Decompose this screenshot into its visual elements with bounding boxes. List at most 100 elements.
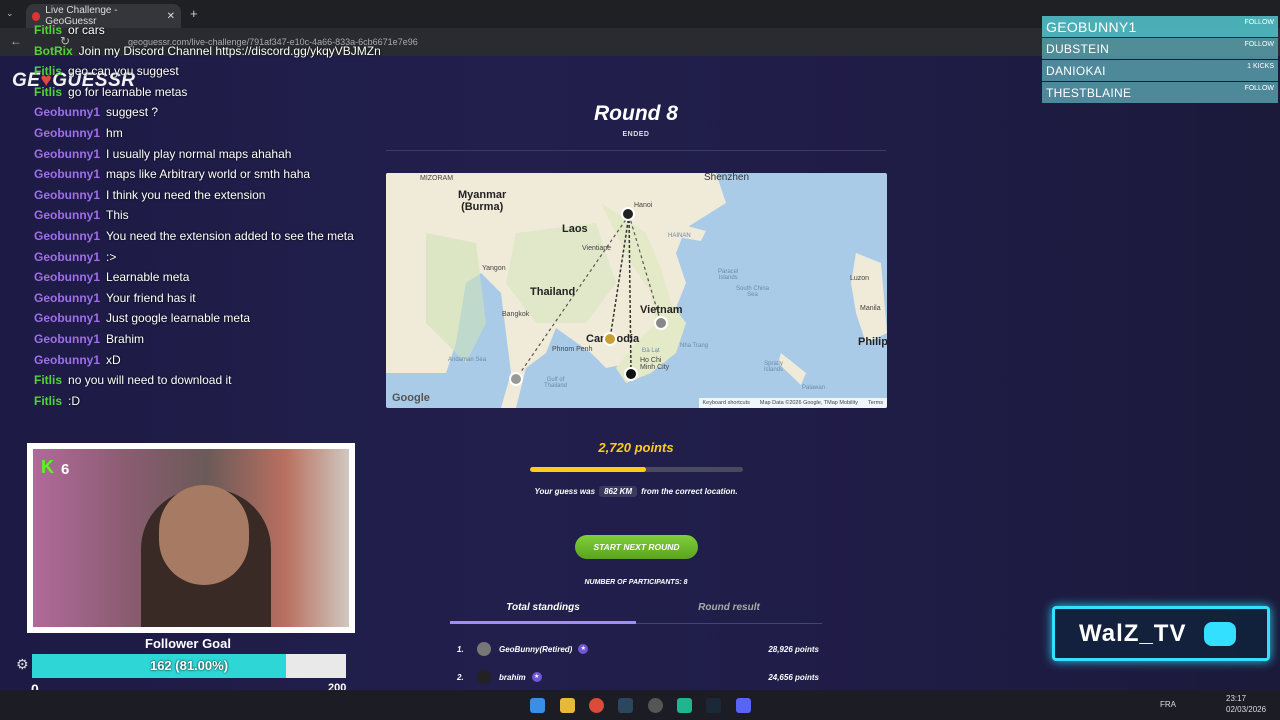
chat-text: I usually play normal maps ahahah — [106, 146, 292, 161]
pro-badge-icon: ★ — [531, 672, 542, 682]
webcam-frame: K 6 — [27, 443, 355, 633]
steam-icon[interactable] — [706, 698, 721, 713]
chat-username: Geobunny1 — [34, 311, 101, 326]
steam-icon[interactable] — [618, 698, 633, 713]
correct-location-pin-icon[interactable] — [621, 207, 635, 221]
map-label: Spratly Islands — [764, 361, 784, 373]
chat-text: Learnable meta — [106, 270, 190, 285]
event-row: DUBSTEIN FOLLOW — [1042, 38, 1278, 59]
chat-message: Geobunny1 Learnable meta — [34, 269, 374, 290]
event-name: DANIOKAI — [1046, 63, 1106, 78]
round-title: Round 8 — [594, 102, 678, 125]
obs-icon[interactable] — [648, 698, 663, 713]
chat-message: Geobunny1:> — [34, 249, 374, 270]
clock-date[interactable]: 02/03/2026 — [1226, 705, 1266, 714]
map-label: Myanmar (Burma) — [458, 189, 507, 213]
chat-message: Geobunny1 hm — [34, 125, 374, 146]
event-name: DUBSTEIN — [1046, 41, 1110, 56]
discord-taskbar-icon[interactable] — [736, 698, 751, 713]
close-tab-icon[interactable]: ✕ — [167, 11, 175, 22]
map-attribution: Keyboard shortcuts Map Data ©2026 Google… — [698, 398, 887, 408]
chat-username: Geobunny1 — [34, 290, 101, 305]
guess-pin-icon[interactable] — [509, 372, 523, 386]
avatar — [477, 670, 491, 684]
follower-goal-text: 162 (81.00%) — [149, 658, 229, 673]
chat-username: Geobunny1 — [34, 146, 101, 161]
guess-distance: 862 KM — [599, 486, 638, 497]
chat-text: hm — [106, 125, 123, 140]
keyboard-shortcuts-link[interactable]: Keyboard shortcuts — [703, 400, 750, 406]
map-label: Phnom Penh — [552, 346, 593, 353]
chat-username: Geobunny1 — [34, 228, 101, 243]
map-label: Vietnam — [640, 304, 683, 316]
guess-pin-icon[interactable] — [603, 332, 617, 346]
chat-text: maps like Arbitrary world or smth haha — [106, 167, 311, 182]
chat-username: Geobunny1 — [34, 249, 101, 264]
divider — [386, 150, 886, 151]
google-logo: Google — [392, 392, 430, 404]
chat-username: Geobunny1 — [34, 125, 101, 140]
points-progress-bar — [530, 467, 743, 472]
participants-count: NUMBER OF PARTICIPANTS: 8 — [584, 579, 688, 586]
map-label: Đà Lạt — [642, 348, 660, 354]
event-row: DANIOKAI 1 KICKS — [1042, 60, 1278, 81]
chat-message: Geobunny1 suggest ? — [34, 104, 374, 125]
chat-username: Fitlis — [34, 373, 63, 388]
terms-link[interactable]: Terms — [868, 400, 883, 406]
chat-message: Geobunny1 maps like Arbitrary world or sm… — [34, 166, 374, 187]
chat-message: Geobunny1 I think you need the extension — [34, 187, 374, 208]
tab-round-result[interactable]: Round result — [636, 602, 822, 613]
chat-text: Just google learnable meta — [106, 311, 251, 326]
chat-username: BotRix — [34, 43, 73, 58]
standing-name: GeoBunny(Retired) — [499, 644, 573, 654]
map-label: Gulf of Thailand — [544, 377, 568, 389]
start-next-round-button[interactable]: START NEXT ROUND — [575, 535, 698, 559]
result-map[interactable]: MIZORAM Myanmar (Burma) Shenzhen Hanoi L… — [386, 173, 887, 408]
guess-pin-icon[interactable] — [624, 367, 638, 381]
windows-start-icon[interactable] — [530, 698, 545, 713]
chat-text: suggest ? — [106, 105, 159, 120]
event-name: GEOBUNNY1 — [1046, 18, 1137, 35]
map-label: Vientiane — [582, 245, 612, 252]
chat-text: This — [106, 208, 129, 223]
map-label: Manila — [860, 305, 881, 312]
webcam-feed: K 6 — [33, 449, 349, 627]
language-indicator[interactable]: FRA — [1160, 700, 1176, 709]
standing-rank: 1. — [457, 644, 464, 654]
chrome-icon[interactable] — [589, 698, 604, 713]
new-tab-icon[interactable]: + — [190, 6, 198, 21]
tab-search-icon[interactable]: ⌄ — [6, 8, 14, 19]
chat-username: Fitlis — [34, 64, 63, 79]
chat-text: go for learnable metas — [68, 84, 188, 99]
event-tag: FOLLOW — [1244, 85, 1274, 92]
discord-icon — [1204, 621, 1237, 646]
geoguessr-favicon-icon — [32, 11, 41, 21]
chat-text: Your friend has it — [106, 290, 196, 305]
kick-logo-icon: K — [41, 457, 54, 477]
map-label: Nha Trang — [680, 343, 709, 349]
map-label: Andaman Sea — [448, 357, 487, 363]
gear-icon[interactable]: ⚙ — [16, 656, 29, 673]
chat-username: Geobunny1 — [34, 208, 101, 223]
app-icon[interactable] — [677, 698, 692, 713]
standing-row[interactable]: 1. GeoBunny(Retired) ★ 28,926 points — [457, 640, 819, 658]
chat-username: Geobunny1 — [34, 331, 101, 346]
standings-tabs: Total standings Round result — [450, 600, 822, 624]
chat-username: Fitlis — [34, 23, 63, 37]
clock-time[interactable]: 23:17 — [1226, 694, 1246, 703]
standing-row[interactable]: 2. brahim ★ 24,656 points — [457, 668, 819, 686]
chat-text: Brahim — [106, 331, 145, 346]
file-explorer-icon[interactable] — [560, 698, 575, 713]
chat-username: Geobunny1 — [34, 187, 101, 202]
chat-message: BotRix Join my Discord Channel https://di… — [34, 43, 381, 64]
tab-total-standings[interactable]: Total standings — [450, 602, 636, 624]
chat-username: Geobunny1 — [34, 105, 101, 120]
map-label: Hanoi — [634, 202, 653, 209]
chat-text: or cars — [68, 23, 105, 37]
standing-points: 28,926 points — [768, 644, 819, 654]
points-progress-fill — [530, 467, 646, 472]
map-label: South China Sea — [736, 286, 770, 298]
guess-pin-icon[interactable] — [654, 316, 668, 330]
back-icon[interactable]: ← — [10, 34, 22, 48]
standing-rank: 2. — [457, 672, 464, 682]
